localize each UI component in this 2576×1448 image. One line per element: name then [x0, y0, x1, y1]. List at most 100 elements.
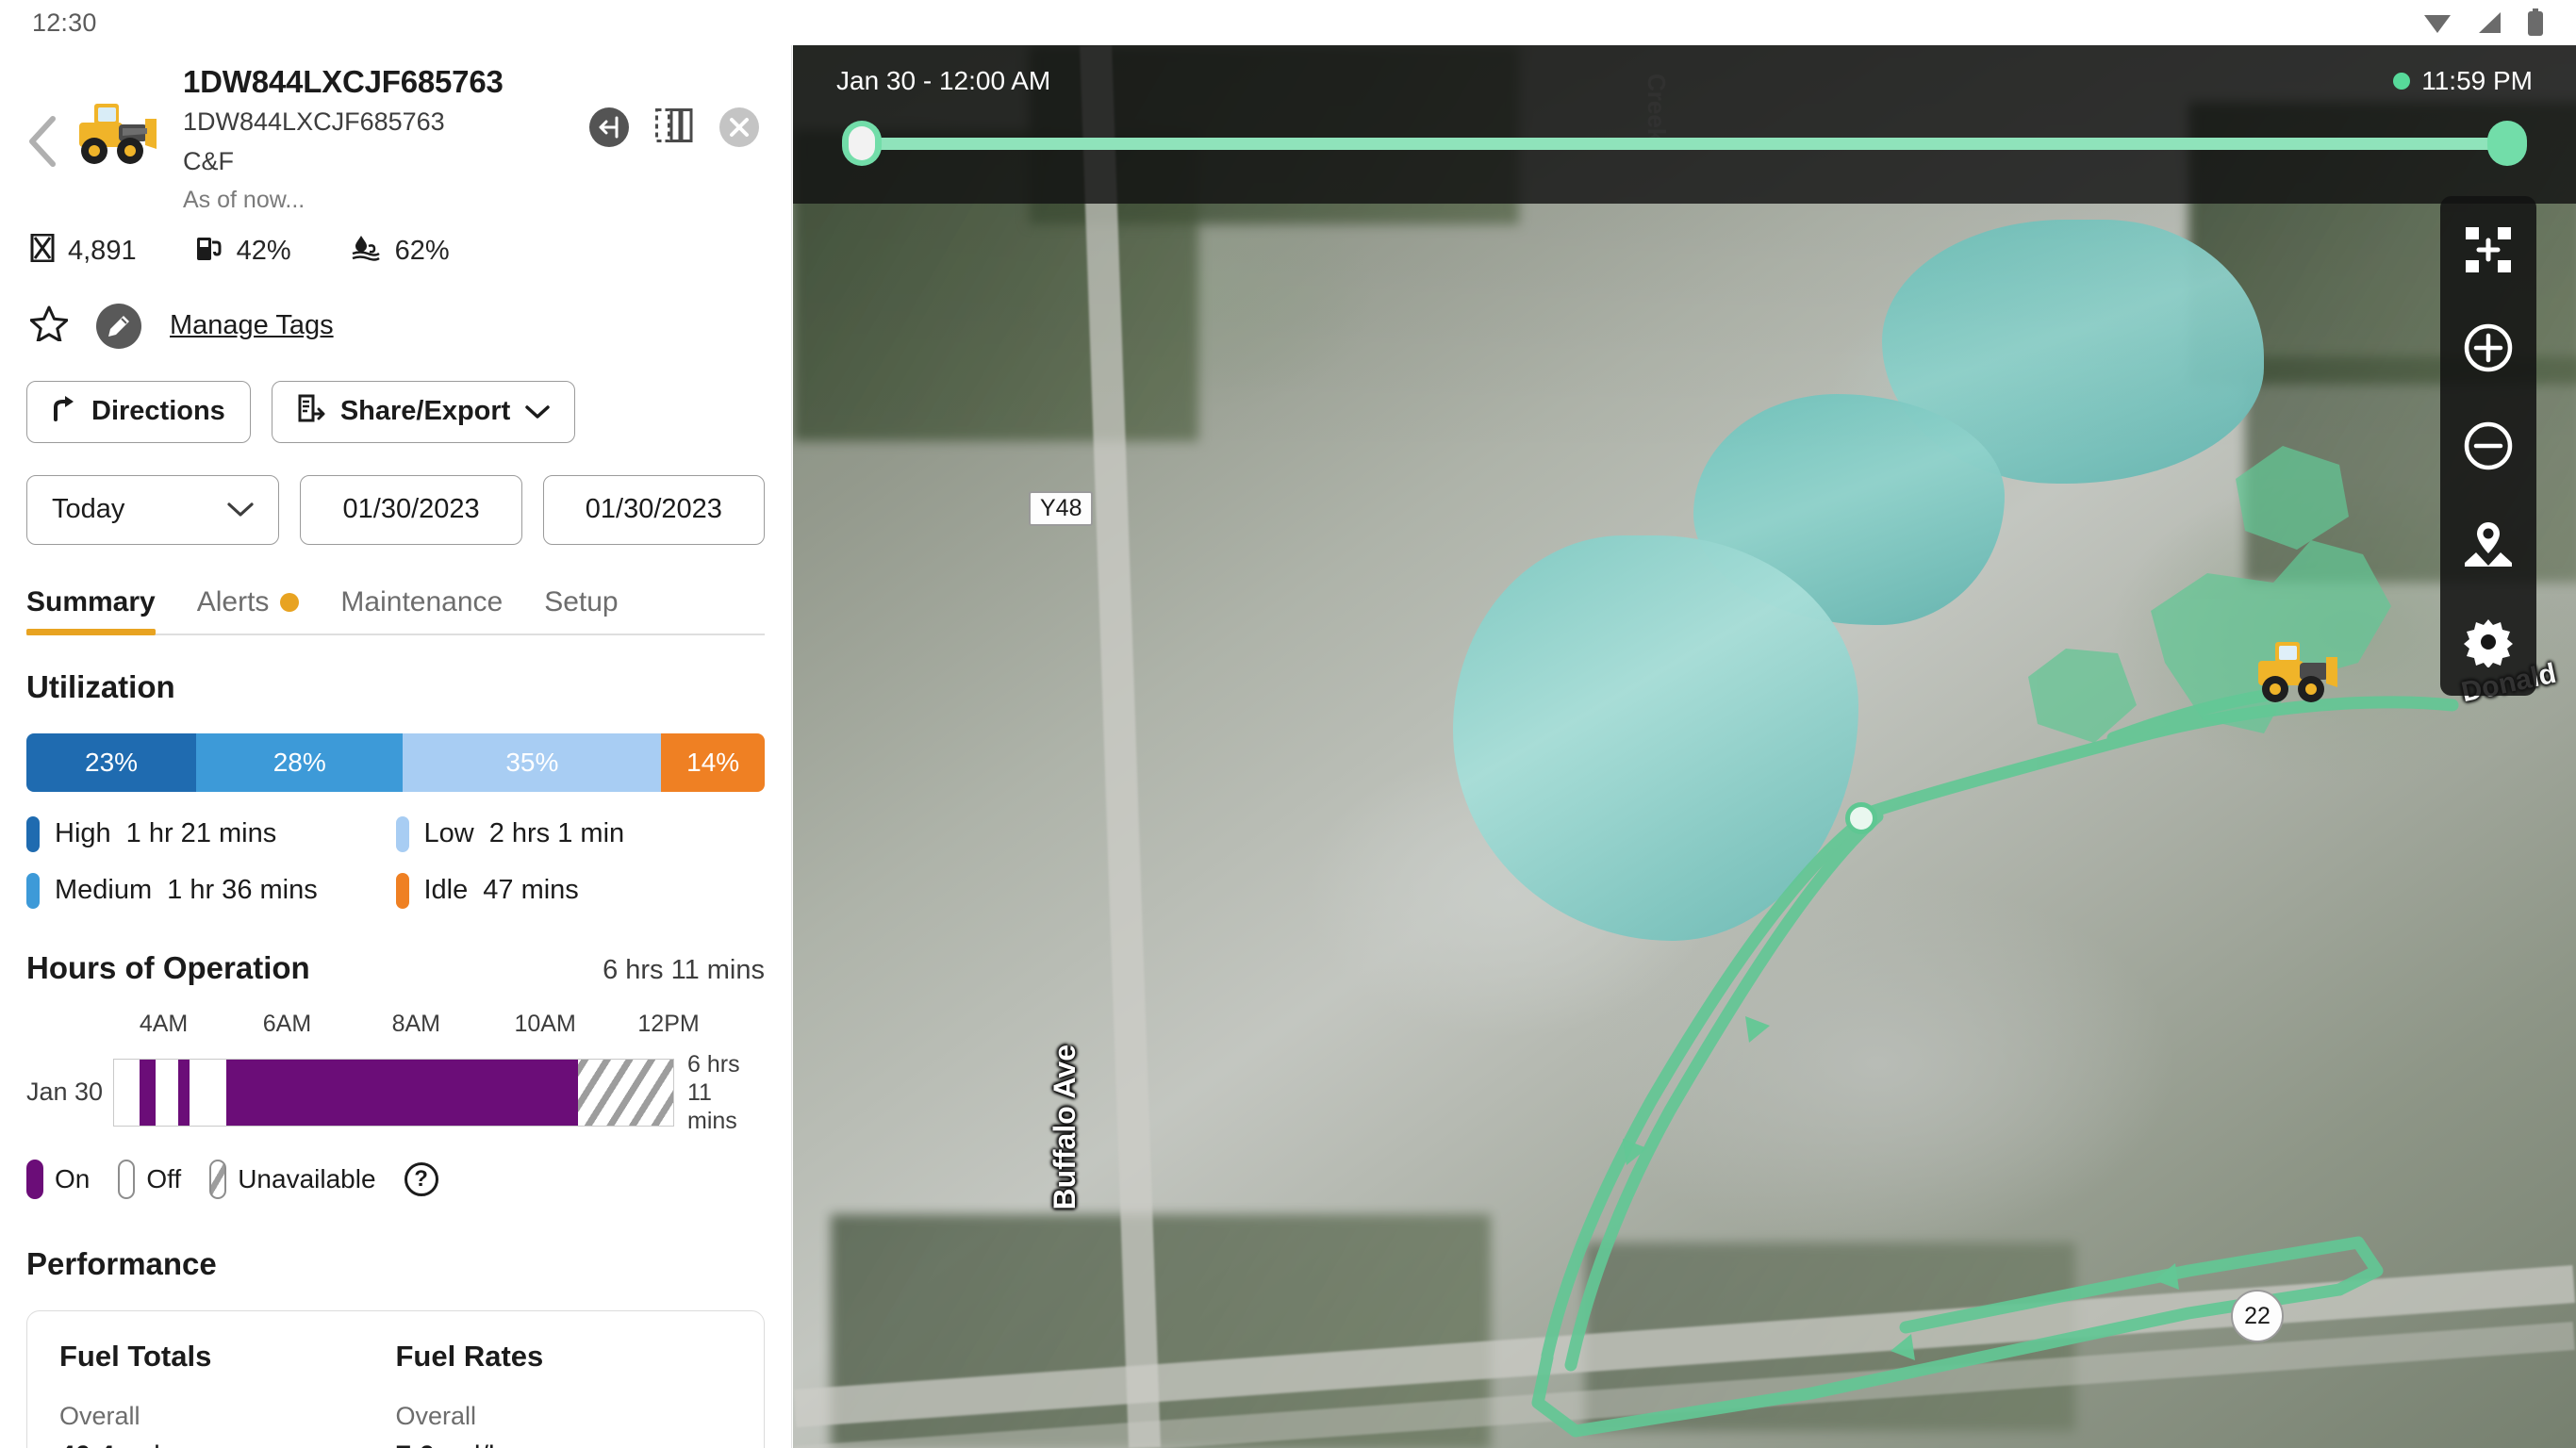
asset-title: 1DW844LXCJF685763 [183, 64, 504, 99]
share-export-button[interactable]: Share/Export [271, 380, 576, 443]
chevron-down-icon [227, 494, 255, 525]
date-filter-row: Today 01/30/2023 01/30/2023 [26, 474, 765, 545]
legend-label-unavailable: Unavailable [238, 1163, 376, 1193]
axis-tick-10am: 10AM [514, 1010, 576, 1037]
panel-header-actions [589, 62, 765, 147]
share-export-button-label: Share/Export [339, 396, 511, 427]
fuel-totals-label: Overall [59, 1401, 140, 1430]
hours-of-operation-track[interactable] [113, 1058, 674, 1127]
legend-label-idle: Idle [423, 875, 469, 906]
def-fluid-icon [350, 234, 382, 270]
hours-of-operation-section: Hours of Operation 6 hrs 11 mins 4AM 6AM… [26, 950, 765, 1199]
range-preset-select[interactable]: Today [26, 474, 280, 545]
tab-maintenance-label: Maintenance [340, 585, 504, 617]
asset-actions: Directions Share/Export [26, 380, 765, 443]
tab-setup-label: Setup [544, 585, 619, 617]
wheel-loader-icon [66, 62, 168, 173]
legend-item-high: High 1 hr 21 mins [26, 815, 396, 852]
legend-swatch-off [118, 1159, 136, 1199]
battery-icon [2527, 8, 2544, 37]
zoom-in-icon[interactable] [2459, 319, 2518, 377]
legend-duration-idle: 47 mins [483, 875, 579, 906]
fuel-totals-value-row: 40.4 gal [59, 1440, 396, 1448]
asset-make: C&F [183, 147, 234, 176]
wifi-icon [2423, 10, 2452, 35]
timeline-slider[interactable] [842, 121, 2527, 166]
collapse-panel-icon[interactable] [589, 107, 629, 147]
map-pin-icon[interactable] [2459, 515, 2518, 573]
zoom-out-icon[interactable] [2459, 417, 2518, 475]
utilization-segment-high[interactable]: 23% [26, 732, 197, 792]
directions-button-label: Directions [91, 396, 225, 427]
chevron-down-icon [525, 396, 551, 427]
legend-duration-medium: 1 hr 36 mins [167, 875, 318, 906]
fuel-pump-icon [195, 234, 223, 270]
asset-as-of: As of now... [183, 186, 305, 213]
status-bar-system-icons [2423, 8, 2544, 37]
fuel-totals-unit: gal [123, 1440, 160, 1448]
stat-hourmeter: 4,891 [30, 233, 137, 270]
gear-icon[interactable] [2459, 613, 2518, 671]
start-date-input[interactable]: 01/30/2023 [300, 474, 522, 545]
performance-column-fuel-totals: Fuel Totals Overall 40.4 gal [59, 1340, 396, 1448]
tab-setup[interactable]: Setup [544, 586, 618, 635]
utilization-title: Utilization [26, 668, 175, 704]
directions-button[interactable]: Directions [26, 380, 251, 443]
utilization-section: Utilization 23% 28% 35% 14% High 1 hr 21… [26, 669, 765, 930]
axis-tick-4am: 4AM [139, 1010, 189, 1037]
tab-alerts-label: Alerts [196, 585, 270, 617]
back-button[interactable] [26, 62, 66, 173]
end-date-input[interactable]: 01/30/2023 [542, 474, 765, 545]
utilization-segment-medium[interactable]: 28% [196, 732, 404, 792]
star-icon[interactable] [29, 305, 69, 346]
fullscreen-icon[interactable] [2459, 221, 2518, 279]
performance-card: Fuel Totals Overall 40.4 gal Fuel Rates … [26, 1309, 765, 1448]
fuel-rates-label: Overall [395, 1401, 477, 1430]
timeline-handle-right[interactable] [2487, 121, 2527, 166]
map-controls [2440, 196, 2536, 696]
map-view[interactable]: Buffalo Ave Donald Creek Y48 22 Jan 30 -… [793, 45, 2576, 1448]
range-preset-value: Today [52, 494, 125, 525]
chevron-left-icon [29, 116, 56, 167]
legend-swatch-idle [395, 872, 409, 909]
signal-icon [2476, 10, 2502, 35]
legend-item-low: Low 2 hrs 1 min [395, 815, 766, 852]
timeline-start-label: Jan 30 - 12:00 AM [836, 66, 1051, 95]
hours-of-operation-row: Jan 30 6 hrs 11 mins [26, 1050, 765, 1135]
axis-tick-12pm: 12PM [637, 1010, 700, 1037]
legend-item-off: Off [118, 1159, 181, 1199]
legend-swatch-medium [26, 872, 40, 909]
tab-summary[interactable]: Summary [26, 586, 156, 635]
hours-of-operation-legend: On Off Unavailable ? [26, 1159, 765, 1199]
timeline-handle-left[interactable] [842, 121, 882, 166]
tab-maintenance[interactable]: Maintenance [340, 586, 503, 635]
manage-tags-link[interactable]: Manage Tags [170, 310, 334, 341]
path-endpoint-marker[interactable] [1845, 802, 1877, 834]
fuel-totals-value: 40.4 [59, 1440, 114, 1448]
help-circle-icon[interactable]: ? [404, 1161, 438, 1196]
stat-fuel: 42% [195, 234, 291, 270]
tab-alerts[interactable]: Alerts [197, 586, 300, 635]
asset-detail-panel: 1DW844LXCJF685763 1DW844LXCJF685763 C&F … [0, 45, 792, 1448]
performance-title: Performance [26, 1245, 217, 1281]
close-icon[interactable] [719, 107, 759, 147]
performance-column-fuel-rates: Fuel Rates Overall 7.0 gal/hr [396, 1340, 733, 1448]
utilization-bar: 23% 28% 35% 14% [26, 732, 765, 792]
app-screen: 12:30 1DW844LXCJF685763 1DW844LXCJF68576… [0, 0, 2576, 1448]
legend-label-high: High [55, 818, 111, 849]
timeline-end-label: 11:59 PM [2421, 66, 2533, 95]
legend-swatch-unavailable [209, 1159, 227, 1199]
row-total-line2: 11 mins [687, 1078, 737, 1134]
pencil-icon[interactable] [96, 303, 141, 349]
stat-fuel-value: 42% [236, 236, 291, 267]
split-view-icon[interactable] [655, 107, 693, 147]
fuel-totals-title: Fuel Totals [59, 1339, 212, 1373]
wheel-loader-marker-icon[interactable] [2245, 634, 2349, 715]
utilization-segment-idle[interactable]: 14% [661, 732, 765, 792]
legend-swatch-low [395, 815, 409, 852]
map-timeline: Jan 30 - 12:00 AM 11:59 PM [793, 45, 2576, 204]
utilization-segment-low[interactable]: 35% [403, 732, 662, 792]
asset-tabs: Summary Alerts Maintenance Setup [26, 586, 765, 635]
hoo-unavailable-segment [578, 1059, 673, 1126]
fuel-rates-title: Fuel Rates [395, 1339, 544, 1373]
